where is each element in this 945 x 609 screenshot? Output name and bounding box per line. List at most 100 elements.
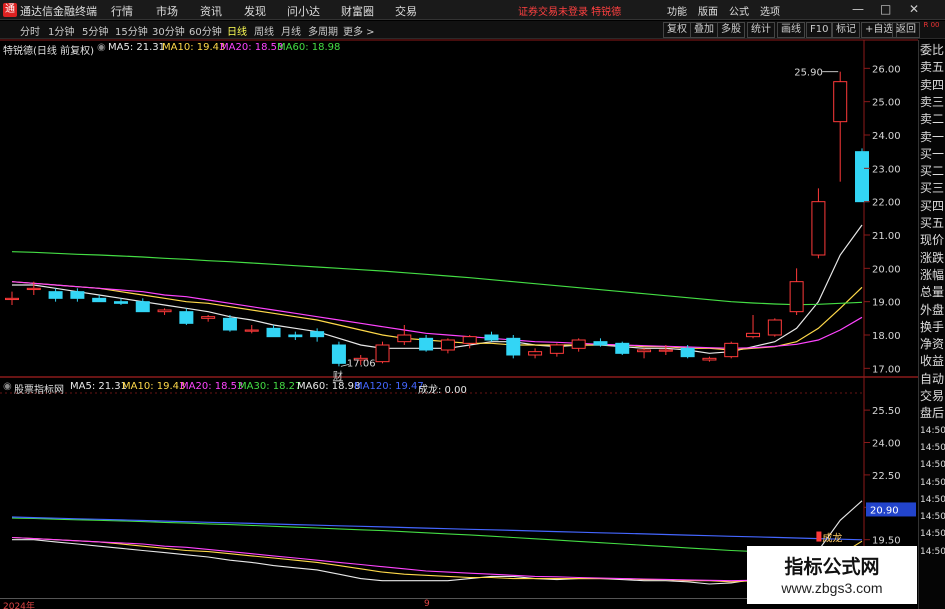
y-tick-label: 24.00 — [872, 131, 901, 142]
candle-up — [462, 336, 477, 344]
date-label-month: 9 — [424, 599, 430, 609]
candle-down — [135, 301, 150, 313]
sub-ma-lines: 成龙 — [11, 500, 863, 585]
quote-item: 14:50 — [920, 529, 945, 540]
candle-down — [680, 347, 695, 358]
sub-ma-line — [11, 536, 863, 582]
candle-up — [157, 309, 172, 313]
quote-item: 换手 — [920, 319, 945, 334]
candle-down — [506, 337, 521, 356]
candle-up — [571, 339, 586, 349]
quote-item: 14:50 — [920, 494, 945, 505]
candle-up — [201, 316, 216, 319]
high-price-label: 25.90 — [794, 68, 823, 79]
candle-up — [702, 357, 717, 361]
candle-up — [767, 319, 782, 336]
candle-down — [855, 151, 869, 203]
quote-item: 卖二 — [920, 112, 945, 127]
sub-ma120-line — [11, 516, 863, 541]
candle-up — [5, 297, 19, 301]
quote-item: 14:50 — [920, 425, 945, 436]
candle-up — [811, 201, 826, 256]
quote-item: 14:50 — [920, 546, 945, 557]
signal-marker — [816, 531, 822, 542]
low-price-label: 17.06 — [347, 358, 376, 369]
ma60-line — [11, 251, 863, 306]
chart-grid — [0, 39, 918, 598]
candle-down — [92, 297, 107, 303]
ma20-line — [11, 281, 863, 349]
quote-item: 卖四 — [920, 77, 945, 92]
kline-chart[interactable]: 25.90 17.06 财 成龙 26.00 25.00 24.00 23.00 22.00… — [0, 0, 918, 598]
watermark-title: 指标公式网 — [784, 556, 880, 578]
candle-up — [440, 339, 455, 351]
candle-up — [375, 344, 390, 363]
candle-down — [310, 331, 325, 338]
y-tick-label: 21.00 — [872, 231, 901, 242]
watermark: 指标公式网 www.zbgs3.com — [747, 546, 917, 604]
candle-down — [288, 334, 303, 338]
date-label-year: 2024年 — [3, 602, 35, 609]
quote-item: 卖一 — [920, 129, 945, 144]
candle-up — [789, 281, 804, 313]
main-ma-lines — [11, 224, 863, 354]
candle-up — [746, 332, 761, 338]
candle-up — [549, 344, 564, 354]
y-tick-label: 19.00 — [872, 298, 901, 309]
sub-y-tick-label: 22.50 — [872, 471, 901, 482]
candle-down — [484, 334, 499, 341]
current-value-label: 20.90 — [870, 505, 899, 516]
candle-down — [331, 344, 346, 364]
candle-up — [244, 329, 259, 332]
candles: 25.90 17.06 财 — [5, 68, 869, 382]
quote-item: 盘后 — [920, 406, 945, 421]
right-quote-panel: 委比 卖五 卖四 卖三 卖二 卖一 买一 买二 买三 买四 买五 现价 涨跌 涨幅 总量 外盘 换手 净资 收益 自动… — [918, 40, 945, 609]
finance-marker: 财 — [333, 369, 343, 382]
quote-item: 委比 — [920, 43, 945, 57]
y-tick-label: 25.00 — [872, 98, 901, 109]
candle-down — [113, 301, 128, 304]
quote-item: 卖三 — [920, 94, 945, 109]
candle-up — [658, 349, 673, 352]
candle-down — [593, 341, 608, 346]
candle-up — [528, 351, 543, 356]
quote-item: 外盘 — [920, 302, 945, 317]
candle-down — [48, 291, 63, 299]
quote-item: 总量 — [920, 285, 945, 300]
quote-item: 买三 — [920, 181, 945, 196]
quote-item: 买四 — [920, 198, 945, 213]
candle-down — [70, 291, 85, 299]
quote-item: 涨幅 — [920, 267, 945, 282]
y-tick-label: 22.00 — [872, 198, 901, 209]
candle-down — [222, 317, 237, 331]
quote-item: 14:50 — [920, 477, 945, 488]
quote-item: 交易 — [920, 389, 945, 403]
quote-item: 买二 — [920, 164, 945, 179]
candle-down — [179, 311, 194, 324]
quote-item: 14:50 — [920, 512, 945, 523]
candle-up — [26, 287, 41, 291]
sub-y-tick-label: 25.50 — [872, 406, 901, 417]
quote-item: 14:50 — [920, 460, 945, 471]
sub-ma-line — [11, 517, 863, 553]
candle-down — [615, 342, 630, 354]
candle-up — [724, 342, 739, 358]
y-tick-label: 18.00 — [872, 331, 901, 342]
y-tick-label: 26.00 — [872, 64, 901, 75]
y-tick-label: 23.00 — [872, 164, 901, 175]
sub-y-tick-label: 24.00 — [872, 439, 901, 450]
quote-item: 卖五 — [920, 60, 945, 75]
quote-item: 自动 — [920, 371, 945, 386]
quote-item: 现价 — [920, 233, 945, 248]
y-axis-labels: 26.00 25.00 24.00 23.00 22.00 21.00 20.00 19.00… — [864, 64, 916, 547]
candle-down — [419, 337, 434, 351]
candle-up — [833, 81, 848, 123]
y-tick-label: 20.00 — [872, 264, 901, 275]
candle-up — [637, 349, 652, 353]
candle-down — [266, 327, 281, 338]
quote-item: 净资 — [920, 337, 945, 352]
quote-item: 买五 — [920, 216, 945, 230]
date-axis: 2024年 9 — [0, 598, 864, 609]
quote-item: 14:50 — [920, 442, 945, 453]
right-top-label: R 00 — [923, 21, 940, 29]
